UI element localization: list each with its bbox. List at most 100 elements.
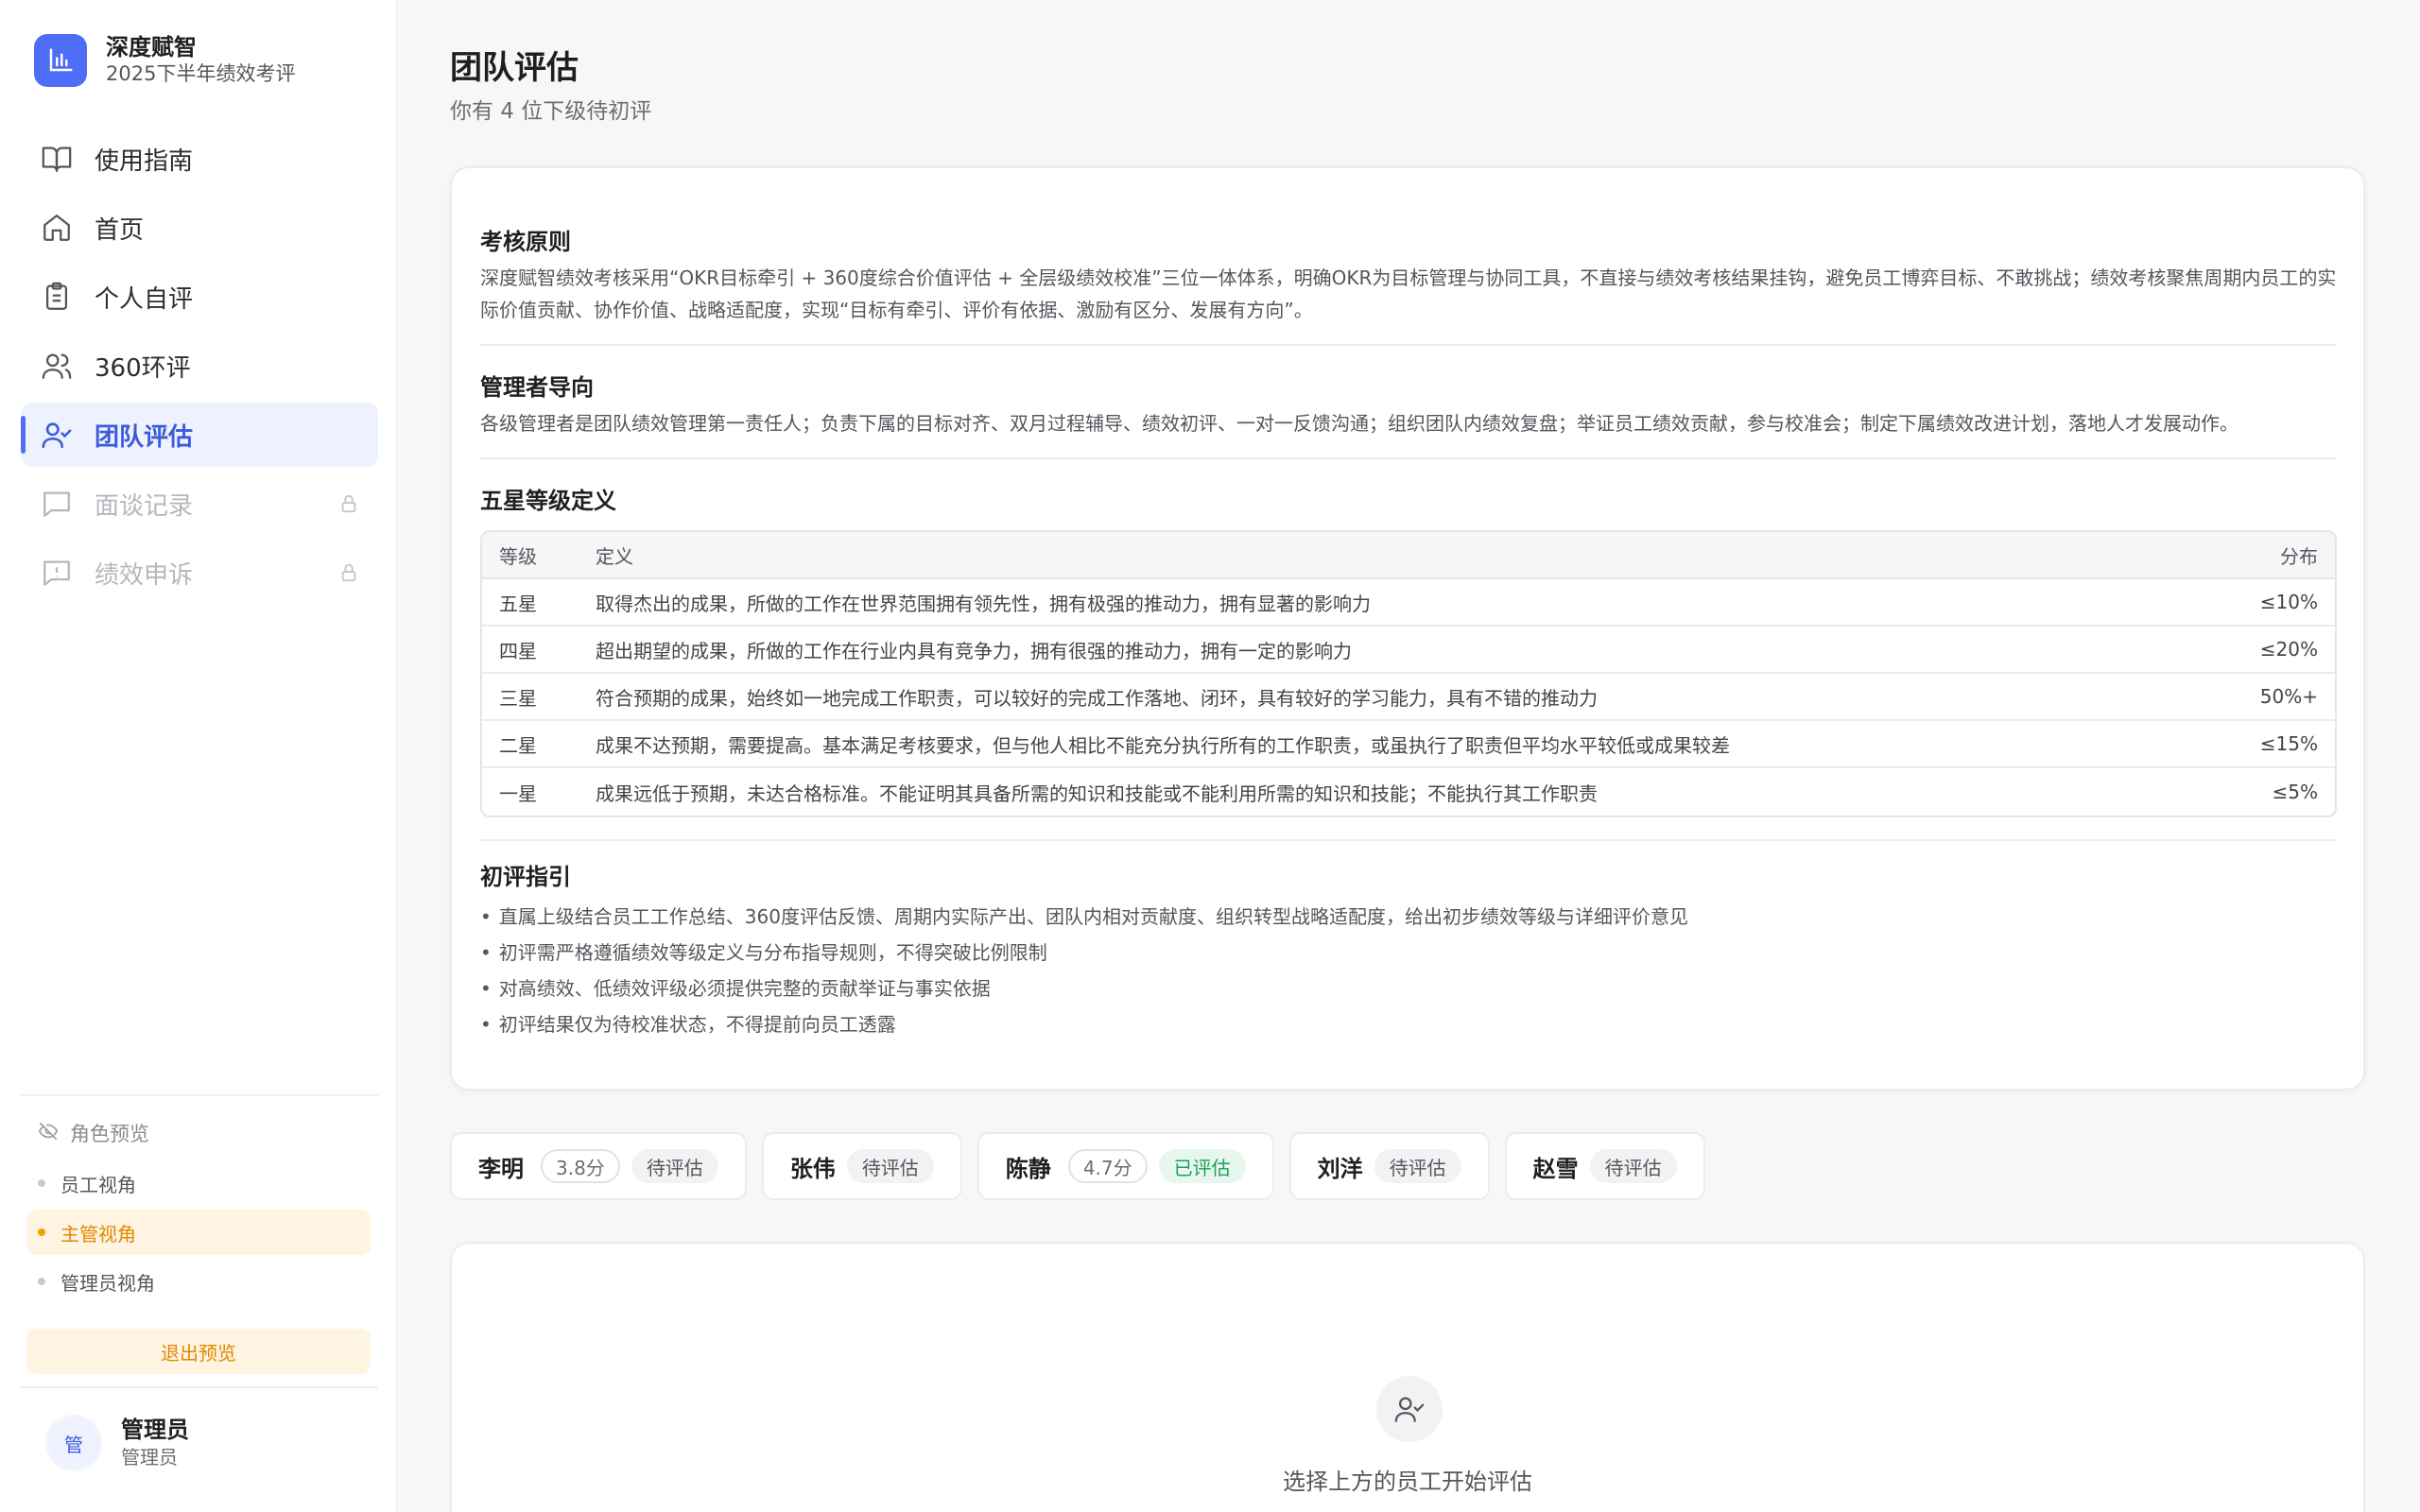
sidebar-item-360[interactable]: 360环评 bbox=[21, 334, 378, 398]
alert-message-icon bbox=[40, 556, 74, 590]
status-badge: 已评估 bbox=[1158, 1149, 1246, 1183]
user-name: 管理员 bbox=[121, 1417, 189, 1443]
avatar: 管 bbox=[45, 1415, 102, 1471]
list-item: 初评结果仅为待校准状态，不得提前向员工透露 bbox=[480, 1006, 2337, 1042]
list-item: 直属上级结合员工工作总结、360度评估反馈、周期内实际产出、团队内相对贡献度、组… bbox=[480, 899, 2337, 935]
section-title: 初评指引 bbox=[480, 864, 571, 890]
employee-name: 刘洋 bbox=[1317, 1155, 1363, 1182]
employee-score: 4.7分 bbox=[1067, 1149, 1148, 1183]
distribution-cell: ≤10% bbox=[2184, 579, 2335, 627]
sidebar-item-label: 首页 bbox=[95, 215, 145, 245]
employee-score: 3.8分 bbox=[541, 1149, 620, 1183]
level-cell: 一星 bbox=[499, 782, 537, 805]
manager-section: 管理者导向 各级管理者是团队绩效管理第一责任人；负责下属的目标对齐、双月过程辅导… bbox=[480, 369, 2337, 439]
employee-tab[interactable]: 李明 3.8分 待评估 bbox=[450, 1132, 747, 1200]
page-subtitle: 你有 4 位下级待初评 bbox=[450, 99, 652, 124]
section-title: 五星等级定义 bbox=[480, 488, 616, 514]
distribution-cell: 50%+ bbox=[2184, 674, 2335, 721]
sidebar-item-label: 团队评估 bbox=[95, 422, 194, 452]
distribution-cell: ≤5% bbox=[2272, 781, 2319, 803]
levels-table: 等级 定义 分布 五星 取得杰出的成果，所做的工作在世界范围拥有领先性，拥有极强… bbox=[480, 530, 2337, 817]
brand-subtitle: 2025下半年绩效考评 bbox=[106, 62, 296, 85]
book-icon bbox=[40, 142, 74, 176]
definition-cell: 超出期望的成果，所做的工作在行业内具有竞争力，拥有很强的推动力，拥有一定的影响力 bbox=[579, 627, 2184, 674]
column-header-level: 等级 bbox=[482, 532, 579, 579]
section-title: 考核原则 bbox=[480, 229, 571, 255]
employee-name: 陈静 bbox=[1005, 1155, 1051, 1182]
column-header-definition: 定义 bbox=[579, 532, 2184, 579]
sidebar-item-label: 360环评 bbox=[95, 353, 191, 383]
level-cell: 四星 bbox=[482, 627, 579, 674]
employee-tabs: 李明 3.8分 待评估 张伟 待评估 陈静 4.7分 已评估 刘洋 待评估 赵雪… bbox=[450, 1132, 1720, 1200]
bar-chart-icon bbox=[34, 34, 87, 87]
sidebar-item-interview-records[interactable]: 面谈记录 bbox=[21, 472, 378, 536]
employee-tab[interactable]: 赵雪 待评估 bbox=[1504, 1132, 1705, 1200]
home-icon bbox=[40, 211, 74, 245]
list-item: 对高绩效、低绩效评级必须提供完整的贡献举证与事实依据 bbox=[480, 971, 2337, 1006]
role-preview-panel: 角色预览 员工视角 主管视角 管理员视角 退出预览 bbox=[21, 1094, 378, 1374]
section-title: 管理者导向 bbox=[480, 374, 594, 401]
sidebar-item-label: 个人自评 bbox=[95, 284, 194, 314]
status-badge: 待评估 bbox=[1589, 1149, 1677, 1183]
user-check-icon bbox=[40, 418, 74, 452]
employee-tab[interactable]: 张伟 待评估 bbox=[761, 1132, 962, 1200]
users-icon bbox=[40, 349, 74, 383]
divider bbox=[480, 839, 2337, 841]
level-cell: 三星 bbox=[482, 674, 579, 721]
sidebar-item-team-review[interactable]: 团队评估 bbox=[21, 403, 378, 467]
definition-cell: 符合预期的成果，始终如一地完成工作职责，可以较好的完成工作落地、闭环，具有较好的… bbox=[579, 674, 2184, 721]
status-badge: 待评估 bbox=[631, 1149, 718, 1183]
guide-section: 初评指引 直属上级结合员工工作总结、360度评估反馈、周期内实际产出、团队内相对… bbox=[480, 858, 2337, 1042]
definition-cell: 取得杰出的成果，所做的工作在世界范围拥有领先性，拥有极强的推动力，拥有显著的影响… bbox=[579, 579, 2184, 627]
evaluation-empty-state: 选择上方的员工开始评估 bbox=[450, 1242, 2365, 1512]
level-cell: 二星 bbox=[482, 721, 579, 768]
status-badge: 待评估 bbox=[1374, 1149, 1461, 1183]
employee-name: 张伟 bbox=[789, 1155, 836, 1182]
clipboard-icon bbox=[40, 280, 74, 314]
sidebar: 深度赋智 2025下半年绩效考评 使用指南 首页 个人自评 360环评 团队评估… bbox=[0, 0, 397, 1512]
sidebar-item-self-review[interactable]: 个人自评 bbox=[21, 265, 378, 329]
exit-preview-button[interactable]: 退出预览 bbox=[26, 1329, 371, 1374]
page-title: 团队评估 bbox=[450, 49, 579, 87]
employee-tab[interactable]: 刘洋 待评估 bbox=[1288, 1132, 1490, 1200]
user-profile[interactable]: 管 管理员 管理员 bbox=[21, 1386, 378, 1471]
guide-list: 直属上级结合员工工作总结、360度评估反馈、周期内实际产出、团队内相对贡献度、组… bbox=[480, 899, 2337, 1042]
status-badge: 待评估 bbox=[846, 1149, 934, 1183]
employee-name: 赵雪 bbox=[1532, 1155, 1579, 1182]
sidebar-item-guide[interactable]: 使用指南 bbox=[21, 127, 378, 191]
section-text: 深度赋智绩效考核采用“OKR目标牵引 + 360度综合价值评估 + 全层级绩效校… bbox=[480, 266, 2337, 321]
lock-icon bbox=[338, 561, 359, 591]
role-option-employee[interactable]: 员工视角 bbox=[21, 1160, 378, 1206]
employee-name: 李明 bbox=[478, 1155, 524, 1182]
divider bbox=[480, 457, 2337, 459]
table-row: 四星 超出期望的成果，所做的工作在行业内具有竞争力，拥有很强的推动力，拥有一定的… bbox=[482, 627, 2335, 674]
sidebar-item-home[interactable]: 首页 bbox=[21, 196, 378, 260]
sidebar-item-label: 绩效申诉 bbox=[95, 560, 194, 590]
role-option-admin[interactable]: 管理员视角 bbox=[21, 1259, 378, 1304]
brand-name: 深度赋智 bbox=[106, 34, 197, 60]
sidebar-item-label: 使用指南 bbox=[95, 146, 194, 176]
role-option-manager[interactable]: 主管视角 bbox=[26, 1210, 371, 1255]
definition-cell: 成果不达预期，需要提高。基本满足考核要求，但与他人相比不能充分执行所有的工作职责… bbox=[579, 721, 2184, 768]
rules-card: 考核原则 深度赋智绩效考核采用“OKR目标牵引 + 360度综合价值评估 + 全… bbox=[450, 166, 2365, 1091]
user-role: 管理员 bbox=[121, 1446, 178, 1469]
divider bbox=[480, 344, 2337, 346]
distribution-cell: ≤15% bbox=[2184, 721, 2335, 768]
column-header-distribution: 分布 bbox=[2184, 532, 2335, 579]
level-cell: 五星 bbox=[482, 579, 579, 627]
table-row: 五星 取得杰出的成果，所做的工作在世界范围拥有领先性，拥有极强的推动力，拥有显著… bbox=[482, 579, 2335, 627]
employee-tab[interactable]: 陈静 4.7分 已评估 bbox=[977, 1132, 1274, 1200]
message-icon bbox=[40, 487, 74, 521]
eye-off-icon bbox=[38, 1121, 59, 1146]
user-check-icon bbox=[1376, 1376, 1443, 1442]
distribution-cell: ≤20% bbox=[2184, 627, 2335, 674]
table-row: 二星 成果不达预期，需要提高。基本满足考核要求，但与他人相比不能充分执行所有的工… bbox=[482, 721, 2335, 768]
definition-cell: 成果远低于预期，未达合格标准。不能证明其具备所需的知识和技能或不能利用所需的知识… bbox=[596, 782, 1598, 805]
sidebar-item-appeal[interactable]: 绩效申诉 bbox=[21, 541, 378, 605]
empty-state-text: 选择上方的员工开始评估 bbox=[1283, 1469, 1532, 1495]
sidebar-item-label: 面谈记录 bbox=[95, 491, 194, 521]
list-item: 初评需严格遵循绩效等级定义与分布指导规则，不得突破比例限制 bbox=[480, 935, 2337, 971]
principles-section: 考核原则 深度赋智绩效考核采用“OKR目标牵引 + 360度综合价值评估 + 全… bbox=[480, 223, 2337, 326]
role-preview-title: 角色预览 bbox=[70, 1123, 149, 1145]
sidebar-nav: 使用指南 首页 个人自评 360环评 团队评估 面谈记录 绩效申诉 bbox=[21, 127, 378, 610]
